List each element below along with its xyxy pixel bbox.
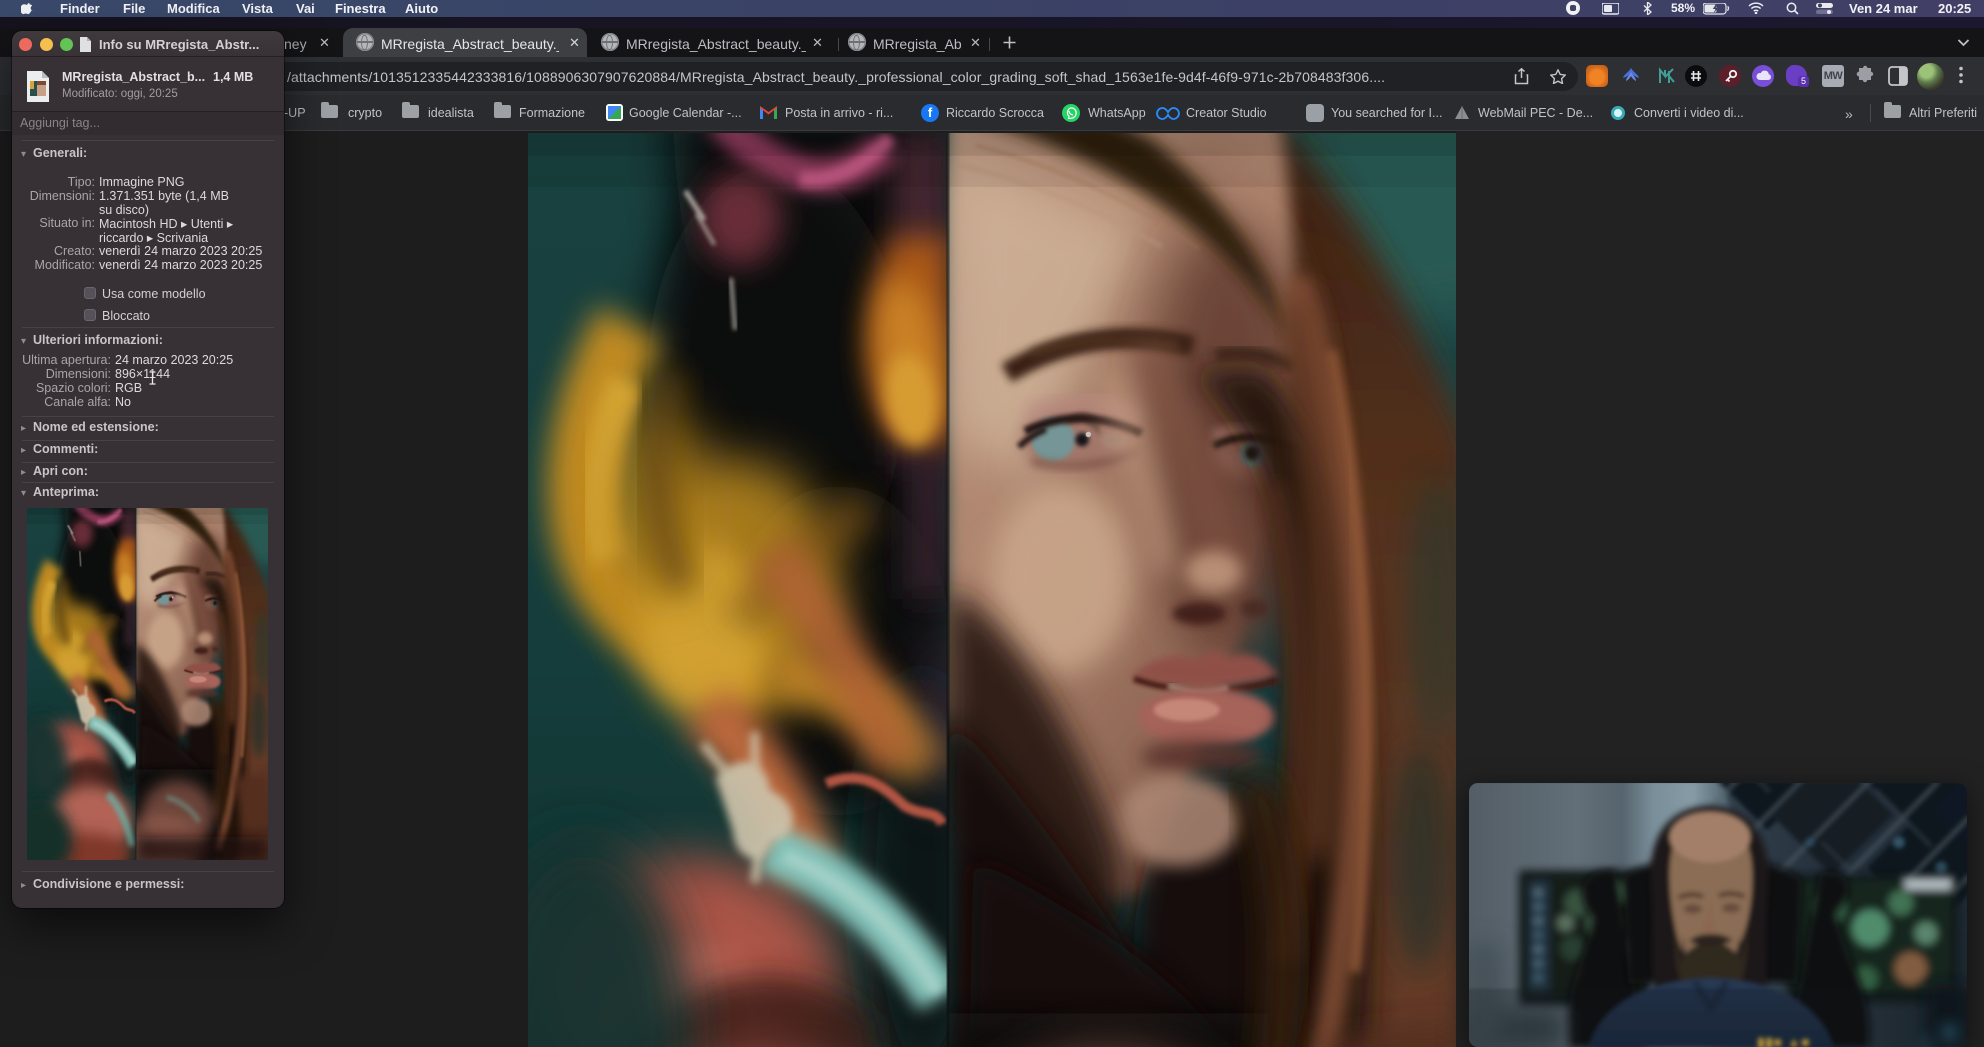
svg-text:▮▮■ ▲■: ▮▮■ ▲■ <box>1757 1034 1810 1047</box>
